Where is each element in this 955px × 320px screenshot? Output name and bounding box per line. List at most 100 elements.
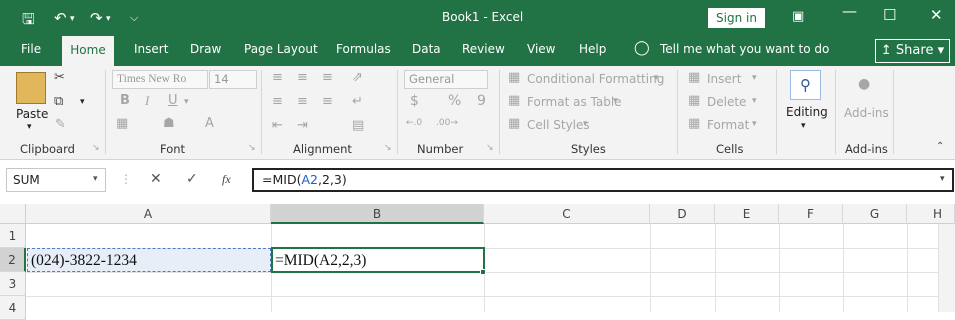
center-icon[interactable]: ≡ [297, 94, 308, 109]
tab-page-layout[interactable]: Page Layout [244, 42, 318, 56]
number-launcher-icon[interactable]: ↘ [486, 143, 494, 153]
tab-review[interactable]: Review [462, 42, 505, 56]
collapse-ribbon-icon[interactable]: ⌃ [936, 141, 944, 152]
column-header-c[interactable]: C [484, 204, 650, 224]
editing-button[interactable]: Editing [786, 105, 828, 119]
underline-dropdown-icon[interactable]: ▾ [184, 97, 189, 107]
font-color-icon[interactable]: A [205, 116, 214, 131]
currency-button[interactable]: $ [410, 93, 419, 109]
minimize-icon[interactable]: — [842, 2, 857, 20]
alignment-launcher-icon[interactable]: ↘ [384, 143, 392, 153]
share-button[interactable]: ↥ Share ▾ [875, 39, 950, 63]
column-header-g[interactable]: G [843, 204, 907, 224]
column-header-d[interactable]: D [650, 204, 715, 224]
undo-dropdown-icon[interactable]: ▾ [70, 14, 75, 24]
enter-icon[interactable]: ✓ [186, 171, 198, 187]
underline-button[interactable]: U [168, 93, 178, 108]
name-box-dropdown-icon[interactable]: ▾ [93, 174, 98, 184]
cell-a2[interactable]: (024)-3822-1234 [27, 248, 271, 272]
number-format-box[interactable]: General [404, 70, 488, 89]
cell-styles-button[interactable]: Cell Styles [527, 118, 590, 132]
italic-button[interactable]: I [145, 93, 149, 109]
ribbon-display-icon[interactable]: ▣ [792, 9, 804, 24]
maximize-icon[interactable]: ☐ [883, 6, 896, 24]
tab-help[interactable]: Help [579, 42, 606, 56]
copy-dropdown-icon[interactable]: ▾ [80, 97, 85, 107]
tab-data[interactable]: Data [412, 42, 441, 56]
select-all-button[interactable] [0, 204, 26, 224]
addins-button[interactable]: Add-ins [844, 106, 889, 120]
column-header-a[interactable]: A [26, 204, 271, 224]
insert-function-button[interactable]: fx [222, 172, 231, 187]
borders-icon[interactable]: ▦ [116, 116, 128, 131]
merge-center-icon[interactable]: ▤ [352, 118, 364, 133]
format-as-table-button[interactable]: Format as Table [527, 95, 622, 109]
conditional-formatting-button[interactable]: Conditional Formatting [527, 72, 664, 86]
bold-button[interactable]: B [120, 93, 130, 108]
insert-dropdown-icon[interactable]: ▾ [752, 73, 757, 83]
tell-me-search[interactable]: Tell me what you want to do [660, 42, 829, 56]
tab-view[interactable]: View [527, 42, 555, 56]
column-header-h[interactable]: H [907, 204, 955, 224]
formula-input[interactable]: =MID(A2,2,3) [252, 168, 954, 192]
font-size-box[interactable]: 14 [209, 70, 257, 89]
increase-decimal-icon[interactable]: ←.0 [406, 118, 422, 128]
tab-file[interactable]: File [21, 42, 41, 56]
row-header-4[interactable]: 4 [0, 296, 26, 320]
vertical-scrollbar[interactable] [938, 224, 955, 312]
orientation-icon[interactable]: ⇗ [352, 70, 363, 85]
format-dropdown-icon[interactable]: ▾ [752, 119, 757, 129]
customize-qat-icon[interactable]: ⌵ [130, 11, 138, 25]
conditional-dropdown-icon[interactable]: ▾ [654, 73, 659, 83]
cut-icon[interactable]: ✂ [54, 70, 65, 85]
editing-dropdown-icon[interactable]: ▾ [801, 121, 806, 131]
top-align-icon[interactable]: ≡ [272, 70, 283, 85]
search-icon[interactable]: ⚲ [790, 70, 821, 100]
tab-formulas[interactable]: Formulas [336, 42, 391, 56]
column-header-e[interactable]: E [715, 204, 779, 224]
cancel-icon[interactable]: ✕ [150, 171, 162, 187]
tab-draw[interactable]: Draw [190, 42, 221, 56]
increase-indent-icon[interactable]: ⇥ [297, 118, 308, 133]
format-painter-icon[interactable]: ✎ [55, 117, 66, 132]
delete-cells-button[interactable]: Delete [707, 95, 746, 109]
cell-b2-active[interactable]: =MID(A2,2,3) [271, 247, 485, 273]
paste-dropdown-icon[interactable]: ▾ [27, 122, 32, 132]
name-box[interactable]: SUM [6, 168, 106, 192]
expand-formula-icon[interactable]: ▾ [940, 174, 945, 184]
fill-handle[interactable] [480, 269, 486, 275]
font-launcher-icon[interactable]: ↘ [248, 143, 256, 153]
align-right-icon[interactable]: ≡ [322, 94, 333, 109]
paste-button[interactable]: Paste [16, 107, 48, 121]
align-left-icon[interactable]: ≡ [272, 94, 283, 109]
format-table-dropdown-icon[interactable]: ▾ [613, 96, 618, 106]
tab-home[interactable]: Home [62, 36, 114, 66]
save-icon[interactable]: 🖫 [22, 9, 35, 34]
insert-cells-button[interactable]: Insert [707, 72, 741, 86]
row-header-2[interactable]: 2 [0, 248, 26, 272]
clipboard-launcher-icon[interactable]: ↘ [92, 143, 100, 153]
decrease-indent-icon[interactable]: ⇤ [272, 118, 283, 133]
decrease-decimal-icon[interactable]: .00→ [436, 118, 458, 128]
delete-dropdown-icon[interactable]: ▾ [752, 96, 757, 106]
comma-button[interactable]: 9 [477, 93, 486, 109]
close-icon[interactable]: ✕ [930, 6, 943, 24]
font-name-box[interactable]: Times New Ro [112, 70, 208, 89]
tab-insert[interactable]: Insert [134, 42, 168, 56]
format-cells-button[interactable]: Format [707, 118, 749, 132]
column-header-b[interactable]: B [271, 204, 484, 224]
row-header-1[interactable]: 1 [0, 224, 26, 248]
undo-icon[interactable]: ↶ [54, 9, 67, 27]
row-header-3[interactable]: 3 [0, 272, 26, 296]
wrap-text-icon[interactable]: ↵ [352, 94, 363, 109]
sign-in-button[interactable]: Sign in [708, 8, 765, 28]
middle-align-icon[interactable]: ≡ [297, 70, 308, 85]
redo-icon[interactable]: ↷ [90, 9, 103, 27]
bottom-align-icon[interactable]: ≡ [322, 70, 333, 85]
cell-styles-dropdown-icon[interactable]: ▾ [583, 119, 588, 129]
redo-dropdown-icon[interactable]: ▾ [106, 14, 111, 24]
column-header-f[interactable]: F [779, 204, 843, 224]
fill-color-icon[interactable]: ☗ [163, 116, 175, 131]
paste-icon[interactable] [16, 72, 46, 104]
copy-icon[interactable]: ⧉ [54, 94, 63, 109]
